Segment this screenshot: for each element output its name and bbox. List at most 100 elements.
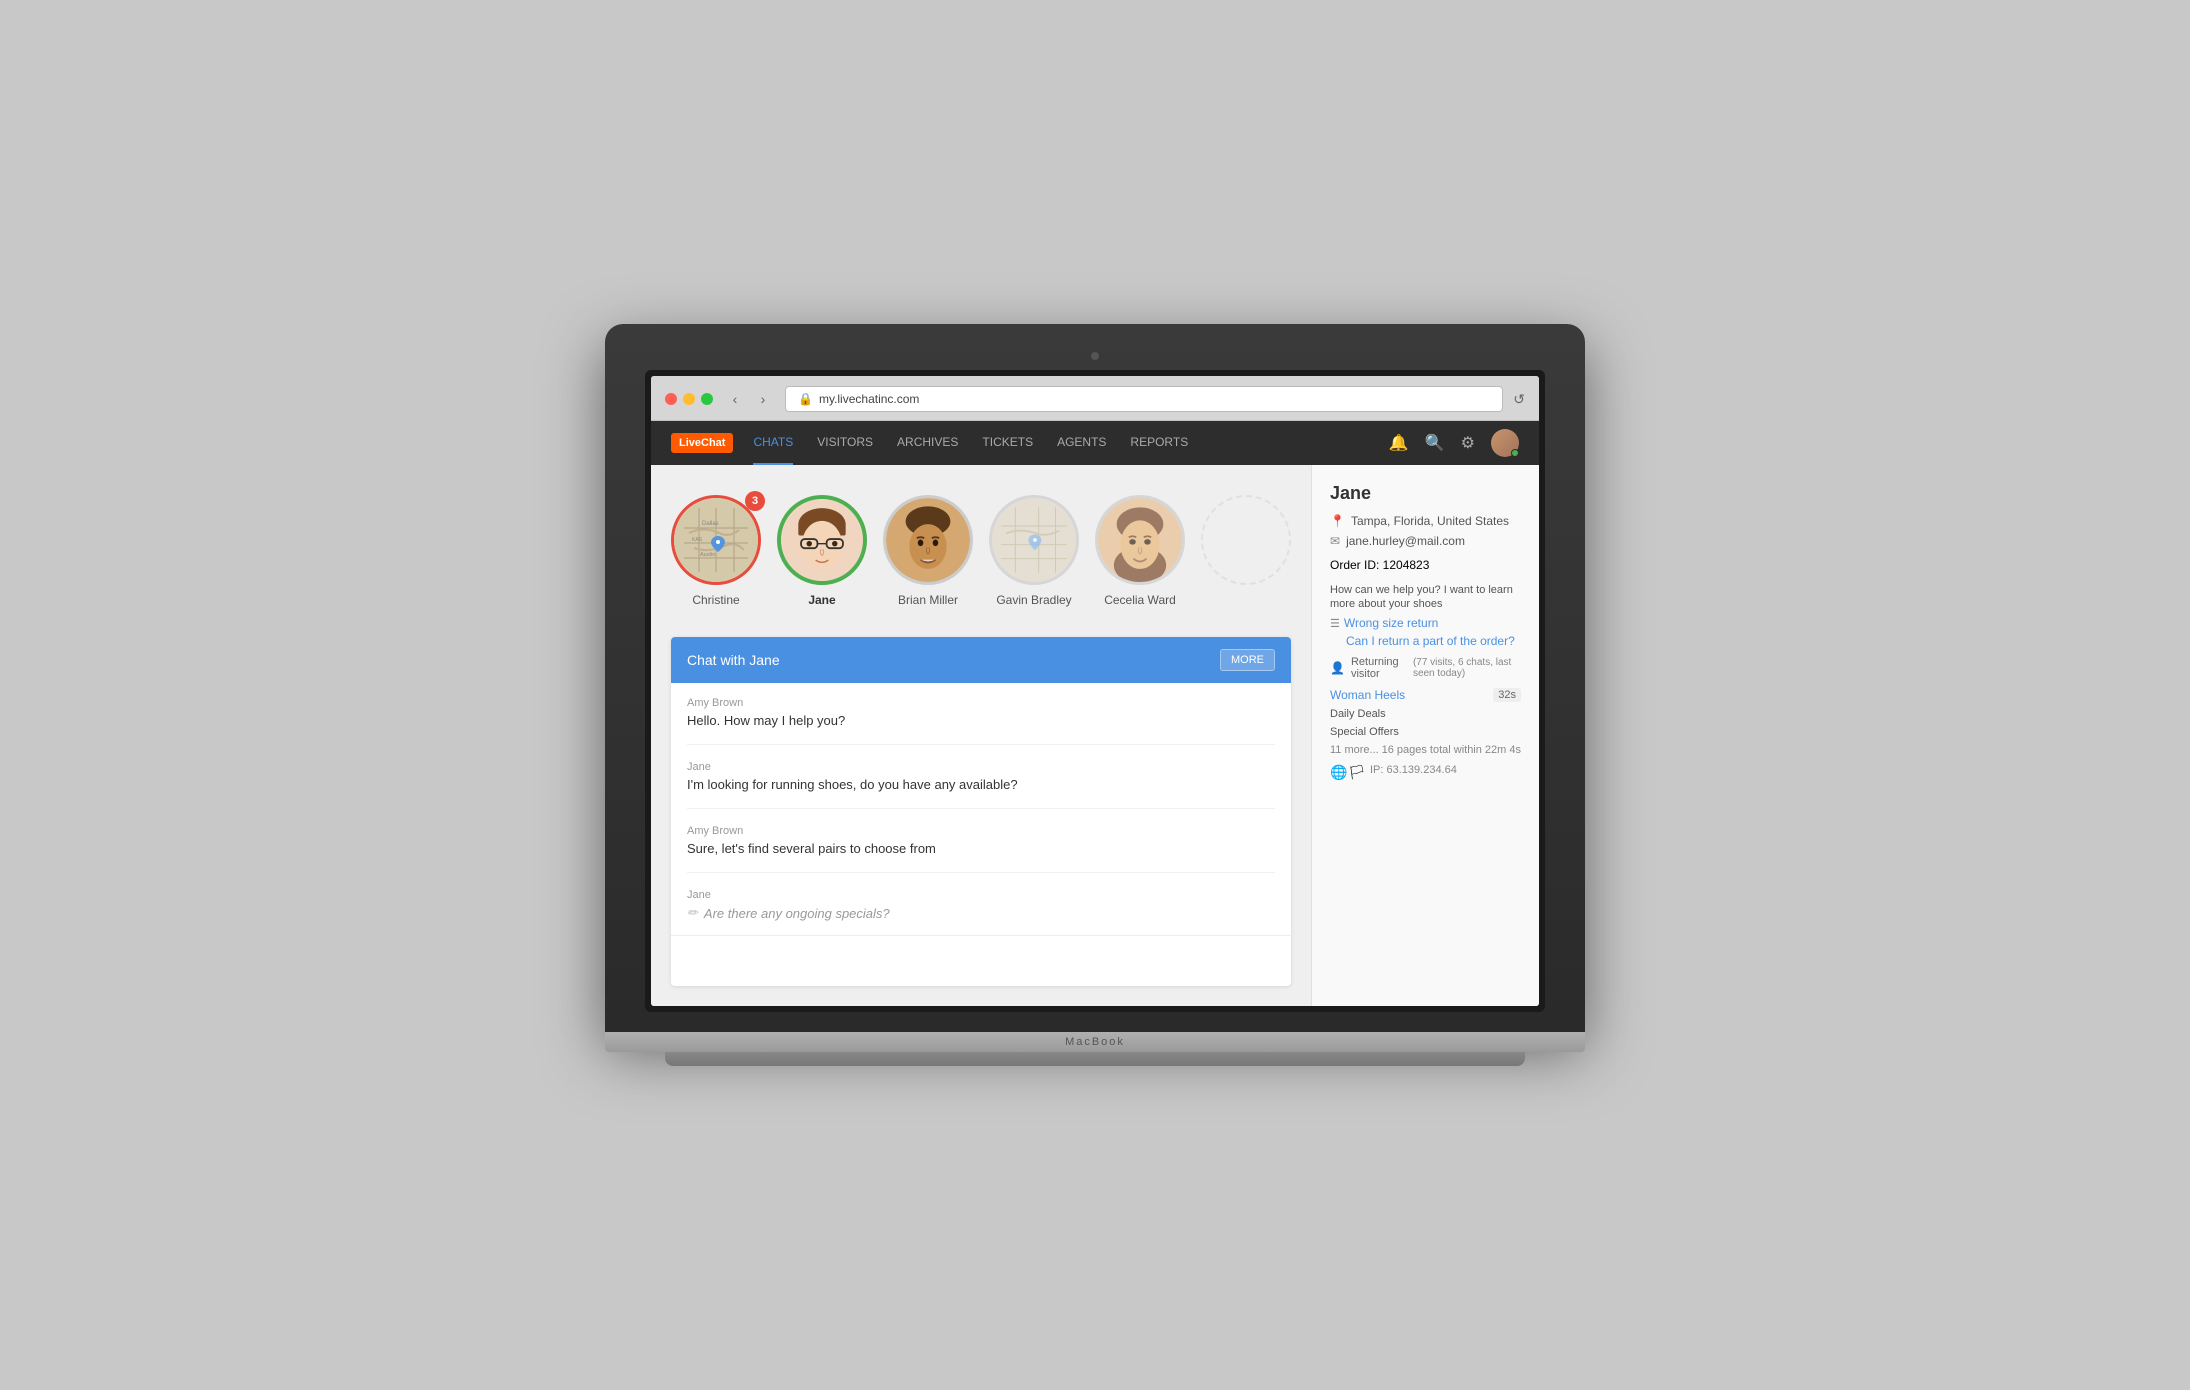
chat-panel: Chat with Jane MORE Amy Brown Hello. How… — [671, 637, 1291, 986]
brian-face-svg — [886, 495, 970, 585]
maximize-button[interactable] — [701, 393, 713, 405]
pages-info-row: 11 more... 16 pages total within 22m 4s — [1330, 744, 1521, 756]
user-avatar[interactable] — [1491, 429, 1519, 457]
sidebar-link-2-text[interactable]: Can I return a part of the order? — [1330, 634, 1515, 648]
sender-amy-2: Amy Brown — [687, 825, 1275, 837]
visitor-christine[interactable]: Dallas KAS Austin — [671, 495, 761, 607]
list-icon-1: ☰ — [1330, 617, 1340, 630]
cecelia-name: Cecelia Ward — [1104, 593, 1176, 607]
page-label-3: Special Offers — [1330, 726, 1399, 738]
sidebar-link-2: Can I return a part of the order? — [1330, 634, 1521, 648]
nav-visitors[interactable]: VISITORS — [817, 421, 873, 465]
search-icon[interactable]: 🔍 — [1425, 433, 1445, 453]
sidebar-link-1: ☰ Wrong size return — [1330, 616, 1521, 630]
visitors-row: Dallas KAS Austin — [671, 485, 1291, 617]
sidebar-order-id: Order ID: 1204823 — [1330, 558, 1429, 572]
screen-bezel: ‹ › 🔒 my.livechatinc.com ↺ LiveChat CHAT… — [645, 370, 1545, 1012]
sender-jane-2: Jane — [687, 889, 1275, 901]
forward-button[interactable]: › — [751, 387, 775, 411]
visitor-jane[interactable]: Jane — [777, 495, 867, 607]
sender-amy-1: Amy Brown — [687, 697, 1275, 709]
cecelia-avatar — [1095, 495, 1185, 585]
close-button[interactable] — [665, 393, 677, 405]
gavin-avatar-wrap — [989, 495, 1079, 585]
page-label-1[interactable]: Woman Heels — [1330, 688, 1405, 702]
chat-divider-1 — [687, 744, 1275, 745]
sidebar-question: How can we help you? I want to learn mor… — [1330, 584, 1513, 610]
visitor-cecelia[interactable]: Cecelia Ward — [1095, 495, 1185, 607]
sidebar-location-row: 📍 Tampa, Florida, United States — [1330, 514, 1521, 528]
location-icon: 📍 — [1330, 514, 1345, 528]
nav-reports[interactable]: REPORTS — [1130, 421, 1188, 465]
chat-input-area[interactable] — [671, 935, 1291, 986]
settings-icon[interactable]: ⚙ — [1461, 433, 1475, 453]
jane-name: Jane — [808, 593, 835, 607]
laptop-wrapper: ‹ › 🔒 my.livechatinc.com ↺ LiveChat CHAT… — [605, 324, 1585, 1066]
more-pages: 11 more... — [1330, 744, 1379, 756]
flag-icon: 🏳 — [1348, 764, 1364, 776]
sidebar-email: jane.hurley@mail.com — [1346, 534, 1465, 548]
more-button[interactable]: MORE — [1220, 649, 1275, 671]
message-group-2: Jane I'm looking for running shoes, do y… — [687, 761, 1275, 792]
message-text-2: I'm looking for running shoes, do you ha… — [687, 777, 1275, 792]
cecelia-avatar-wrap — [1095, 495, 1185, 585]
sidebar-email-row: ✉ jane.hurley@mail.com — [1330, 534, 1521, 548]
browser-chrome: ‹ › 🔒 my.livechatinc.com ↺ — [651, 376, 1539, 421]
chat-header: Chat with Jane MORE — [671, 637, 1291, 683]
unknown-avatar-wrap — [1201, 495, 1291, 585]
gavin-map-svg — [992, 495, 1076, 585]
url-text: my.livechatinc.com — [819, 392, 919, 406]
page-label-2: Daily Deals — [1330, 708, 1386, 720]
chat-messages: Amy Brown Hello. How may I help you? Jan… — [671, 683, 1291, 935]
message-group-4: Jane ✏ Are there any ongoing specials? — [687, 889, 1275, 921]
page-row-2: Daily Deals — [1330, 706, 1521, 720]
reload-button[interactable]: ↺ — [1513, 391, 1525, 408]
sidebar: Jane 📍 Tampa, Florida, United States ✉ j… — [1311, 465, 1539, 1006]
nav-chats[interactable]: CHATS — [753, 421, 793, 465]
nav-agents[interactable]: AGENTS — [1057, 421, 1106, 465]
sidebar-link-1-text[interactable]: Wrong size return — [1344, 616, 1438, 630]
pages-section: Woman Heels 32s Daily Deals Special Offe… — [1330, 688, 1521, 738]
gavin-avatar — [989, 495, 1079, 585]
visits-detail: (77 visits, 6 chats, last seen today) — [1413, 657, 1521, 679]
message-text-4: ✏ Are there any ongoing specials? — [687, 905, 1275, 921]
chat-area: Dallas KAS Austin — [651, 465, 1311, 1006]
app-navbar: LiveChat CHATS VISITORS ARCHIVES TICKETS… — [651, 421, 1539, 465]
edit-icon: ✏ — [687, 905, 698, 921]
visitor-unknown[interactable] — [1201, 495, 1291, 593]
chat-title: Chat with Jane — [687, 652, 780, 668]
visitor-icon: 👤 — [1330, 661, 1345, 675]
flag-icons: 🌐 🏳 — [1330, 764, 1364, 776]
nav-archives[interactable]: ARCHIVES — [897, 421, 958, 465]
screen: ‹ › 🔒 my.livechatinc.com ↺ LiveChat CHAT… — [651, 376, 1539, 1006]
main-content: Dallas KAS Austin — [651, 465, 1539, 1006]
address-bar[interactable]: 🔒 my.livechatinc.com — [785, 386, 1503, 412]
minimize-button[interactable] — [683, 393, 695, 405]
page-time-1: 32s — [1493, 688, 1521, 702]
page-row-3: Special Offers — [1330, 724, 1521, 738]
page-row-1: Woman Heels 32s — [1330, 688, 1521, 702]
nav-arrows: ‹ › — [723, 387, 775, 411]
laptop-base — [665, 1052, 1525, 1066]
visitor-gavin[interactable]: Gavin Bradley — [989, 495, 1079, 607]
jane-avatar — [777, 495, 867, 585]
message-text-1: Hello. How may I help you? — [687, 713, 1275, 728]
back-button[interactable]: ‹ — [723, 387, 747, 411]
macbook-label: MacBook — [605, 1032, 1585, 1052]
christine-name: Christine — [692, 593, 739, 607]
ip-address: IP: 63.139.234.64 — [1370, 764, 1457, 776]
livechat-logo: LiveChat — [671, 433, 733, 453]
laptop-body: ‹ › 🔒 my.livechatinc.com ↺ LiveChat CHAT… — [605, 324, 1585, 1032]
brian-avatar — [883, 495, 973, 585]
svg-text:Dallas: Dallas — [702, 521, 719, 527]
chat-input[interactable] — [687, 946, 1275, 976]
jane-avatar-wrap — [777, 495, 867, 585]
christine-avatar-wrap: Dallas KAS Austin — [671, 495, 761, 585]
nav-tickets[interactable]: TICKETS — [982, 421, 1033, 465]
ip-row: 🌐 🏳 IP: 63.139.234.64 — [1330, 764, 1521, 776]
message-text-3: Sure, let's find several pairs to choose… — [687, 841, 1275, 856]
bell-icon[interactable]: 🔔 — [1389, 433, 1409, 453]
sidebar-order-section: Order ID: 1204823 — [1330, 558, 1521, 572]
visitor-brian[interactable]: Brian Miller — [883, 495, 973, 607]
christine-badge: 3 — [745, 491, 765, 511]
